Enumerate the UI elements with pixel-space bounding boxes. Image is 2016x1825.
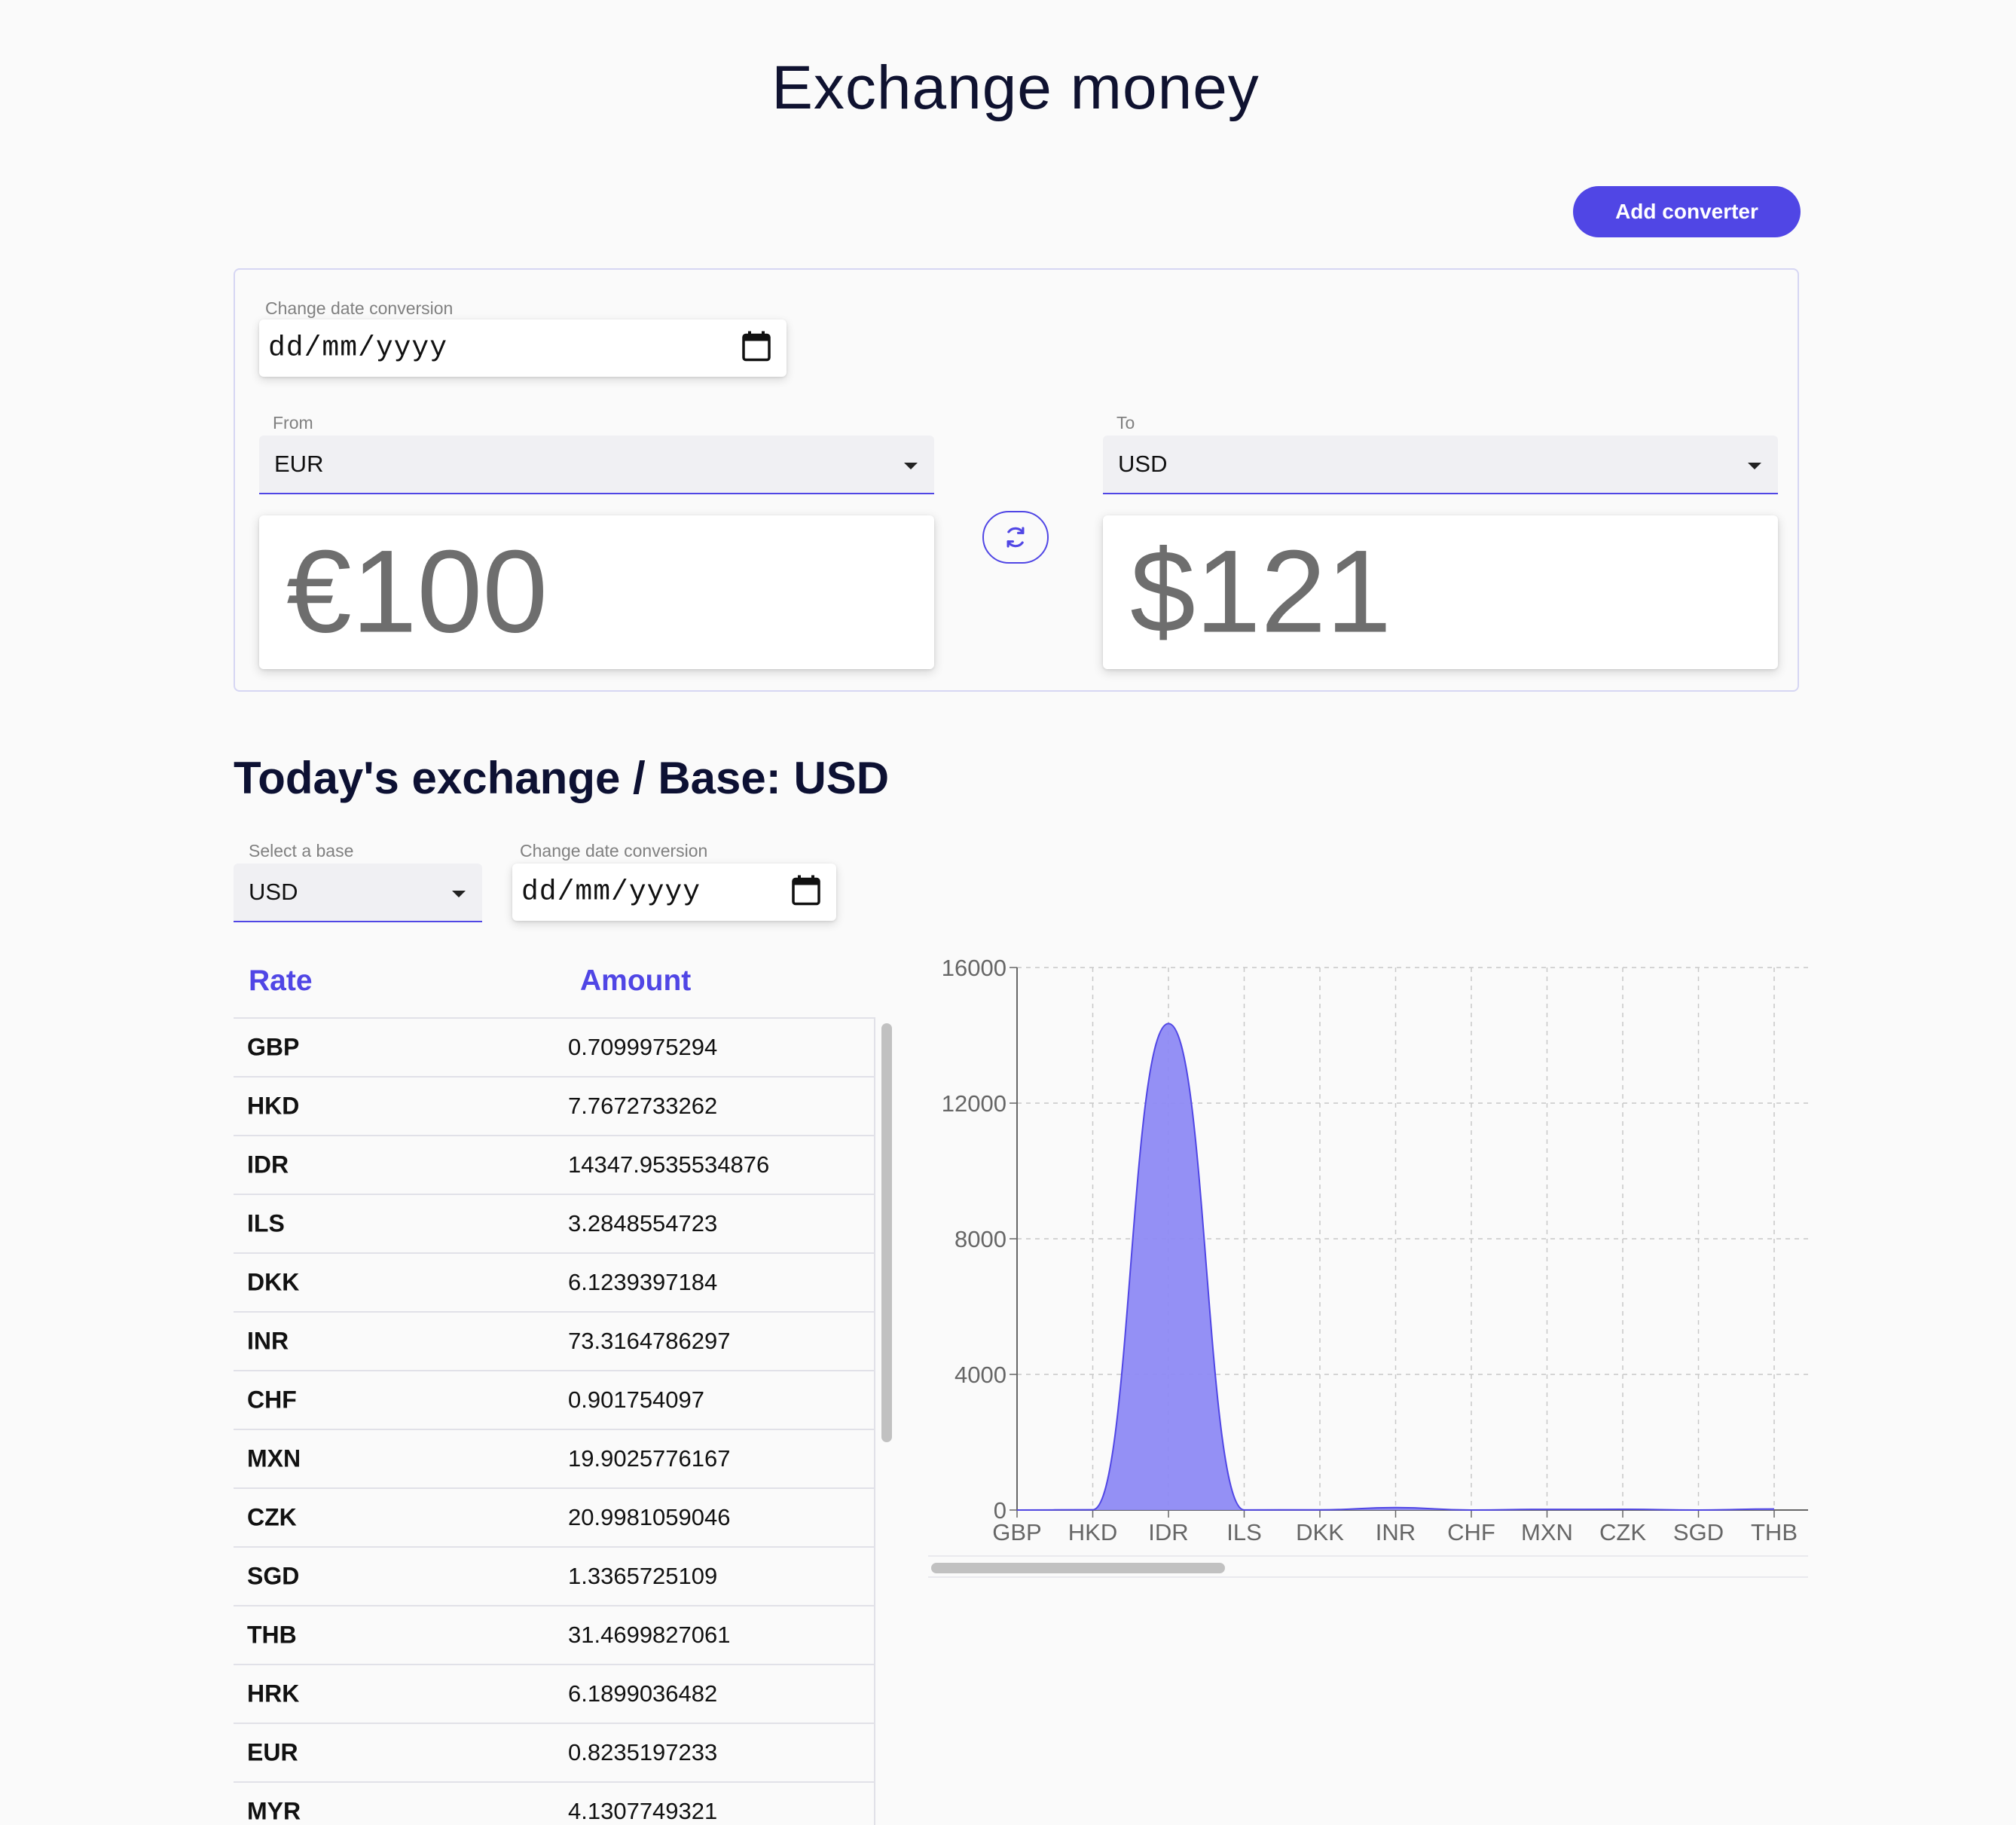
x-tick-label: THB xyxy=(1751,1519,1798,1545)
table-row: GBP 0.7099975294 xyxy=(234,1017,874,1076)
exchange-chart: 0 4000 8000 12000 16000 GBP HKD IDR ILS DKK INR CHF… xyxy=(919,949,1816,1590)
table-row: HRK 6.1899036482 xyxy=(234,1664,874,1723)
rate-amount: 3.2848554723 xyxy=(568,1210,718,1237)
rate-code: IDR xyxy=(247,1151,289,1178)
table-row: ILS 3.2848554723 xyxy=(234,1194,874,1252)
exchange-area-chart: 0400080001200016000GBP HKD IDR ILS DKK INR CHF… xyxy=(942,955,1808,1545)
table-row: THB 31.4699827061 xyxy=(234,1605,874,1664)
table-row: HKD 7.7672733262 xyxy=(234,1076,874,1135)
rate-amount: 73.3164786297 xyxy=(568,1328,731,1354)
rate-code: EUR xyxy=(247,1738,298,1766)
table-row: CHF 0.901754097 xyxy=(234,1370,874,1429)
page-title: Exchange money xyxy=(771,53,1260,122)
chart-scrollbar-thumb[interactable] xyxy=(931,1563,1225,1573)
table-row: MXN 19.9025776167 xyxy=(234,1429,874,1487)
from-amount-value: €100 xyxy=(286,526,548,658)
rate-code: DKK xyxy=(247,1268,300,1296)
rate-amount: 20.9981059046 xyxy=(568,1504,731,1530)
chevron-down-icon xyxy=(904,463,918,469)
x-tick-label: SGD xyxy=(1673,1519,1724,1545)
x-tick-label: INR xyxy=(1376,1519,1416,1545)
to-currency-value: USD xyxy=(1118,451,1168,477)
from-currency-value: EUR xyxy=(274,451,324,477)
to-label: To xyxy=(1116,413,1135,433)
rate-code: INR xyxy=(247,1327,289,1355)
rate-code: HRK xyxy=(247,1680,300,1707)
converter-date-input[interactable]: dd/mm/yyyy xyxy=(259,319,787,377)
from-currency-select[interactable]: EUR xyxy=(259,436,934,494)
table-scrollbar-thumb[interactable] xyxy=(881,1023,892,1442)
exchange-date-placeholder: dd/mm/yyyy xyxy=(521,876,701,909)
base-currency-select[interactable]: USD xyxy=(234,864,482,922)
rate-amount: 6.1239397184 xyxy=(568,1269,718,1295)
from-label: From xyxy=(273,413,313,433)
rate-amount: 14347.9535534876 xyxy=(568,1151,770,1178)
rate-amount: 7.7672733262 xyxy=(568,1093,718,1119)
rate-amount: 0.7099975294 xyxy=(568,1034,718,1060)
converter-date-placeholder: dd/mm/yyyy xyxy=(268,332,448,365)
calendar-icon[interactable] xyxy=(741,331,771,366)
y-tick-label: 8000 xyxy=(955,1226,1006,1252)
rate-amount: 1.3365725109 xyxy=(568,1563,718,1589)
chevron-down-icon xyxy=(452,891,466,897)
table-row: DKK 6.1239397184 xyxy=(234,1252,874,1311)
table-row: INR 73.3164786297 xyxy=(234,1311,874,1370)
chart-scrollbar[interactable] xyxy=(928,1555,1808,1578)
from-amount-input[interactable]: €100 xyxy=(259,515,934,669)
x-tick-label: HKD xyxy=(1068,1519,1117,1545)
y-tick-label: 4000 xyxy=(955,1362,1006,1388)
rate-amount: 4.1307749321 xyxy=(568,1798,718,1824)
to-amount-value: $121 xyxy=(1130,526,1392,658)
x-tick-label: CHF xyxy=(1447,1519,1495,1545)
to-currency-select[interactable]: USD xyxy=(1103,436,1778,494)
converter-card: Change date conversion dd/mm/yyyy From E… xyxy=(234,268,1799,692)
table-row: IDR 14347.9535534876 xyxy=(234,1135,874,1194)
x-tick-label: ILS xyxy=(1226,1519,1262,1545)
y-tick-label: 12000 xyxy=(942,1090,1006,1117)
x-tick-label: GBP xyxy=(992,1519,1041,1545)
add-converter-button[interactable]: Add converter xyxy=(1573,186,1801,237)
amount-column-header[interactable]: Amount xyxy=(580,964,691,998)
exchange-section-title: Today's exchange / Base: USD xyxy=(234,753,890,803)
exchange-date-label: Change date conversion xyxy=(520,841,708,861)
rate-amount: 31.4699827061 xyxy=(568,1622,731,1648)
table-row: MYR 4.1307749321 xyxy=(234,1781,874,1825)
base-select-label: Select a base xyxy=(249,841,354,861)
rates-table: GBP 0.7099975294 HKD 7.7672733262 IDR 14347.9… xyxy=(234,1017,874,1825)
rate-code: MYR xyxy=(247,1797,301,1825)
to-amount-input[interactable]: $121 xyxy=(1103,515,1778,669)
table-scrollbar[interactable] xyxy=(874,1017,895,1825)
swap-currencies-button[interactable] xyxy=(982,511,1049,564)
swap-arrows-icon xyxy=(1006,527,1025,548)
rate-code: GBP xyxy=(247,1033,300,1061)
rate-code: CHF xyxy=(247,1386,297,1414)
rate-code: THB xyxy=(247,1621,297,1649)
rate-code: CZK xyxy=(247,1503,297,1531)
rate-amount: 6.1899036482 xyxy=(568,1680,718,1707)
rate-code: ILS xyxy=(247,1209,285,1237)
x-tick-label: DKK xyxy=(1296,1519,1344,1545)
rate-amount: 0.901754097 xyxy=(568,1386,705,1413)
x-tick-label: IDR xyxy=(1148,1519,1188,1545)
chevron-down-icon xyxy=(1748,463,1761,469)
x-tick-label: CZK xyxy=(1599,1519,1646,1545)
calendar-icon[interactable] xyxy=(791,875,821,910)
rate-amount: 0.8235197233 xyxy=(568,1739,718,1765)
rate-code: SGD xyxy=(247,1562,300,1590)
table-row: SGD 1.3365725109 xyxy=(234,1546,874,1605)
rate-code: MXN xyxy=(247,1444,301,1472)
table-row: EUR 0.8235197233 xyxy=(234,1723,874,1781)
base-currency-value: USD xyxy=(249,879,298,905)
x-tick-label: MXN xyxy=(1521,1519,1573,1545)
rate-column-header[interactable]: Rate xyxy=(249,964,313,998)
exchange-date-input[interactable]: dd/mm/yyyy xyxy=(512,864,836,921)
date-conversion-label: Change date conversion xyxy=(265,298,454,318)
table-row: CZK 20.9981059046 xyxy=(234,1487,874,1546)
y-tick-label: 16000 xyxy=(942,955,1006,981)
rate-code: HKD xyxy=(247,1092,300,1120)
rate-amount: 19.9025776167 xyxy=(568,1445,731,1472)
